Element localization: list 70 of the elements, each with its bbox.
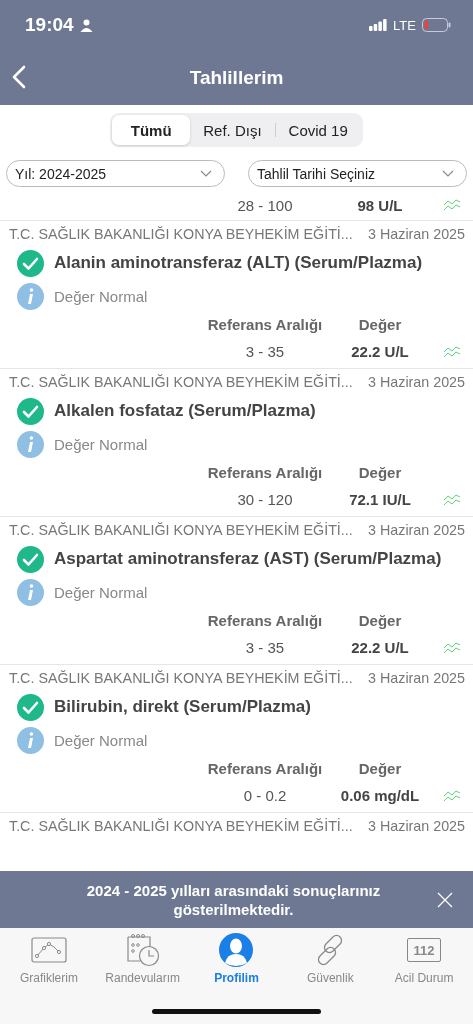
test-name: Aspartat aminotransferaz (AST) (Serum/Plazma) [54,549,442,569]
check-icon [17,693,44,721]
banner-message: 2024 - 2025 yılları arasındaki sonuçlarınız gösterilmektedir. [85,880,382,919]
signal-icon [369,19,388,31]
dropdown[interactable]: Tahlil Tarihi Seçiniz [248,160,467,187]
chevron-down-icon [442,170,454,177]
institution-name: T.C. SAĞLIK BAKANLIĞI KONYA BEYHEKİM EĞİTİ... [9,225,353,242]
dropdown[interactable]: Yıl: 2024-2025 [6,160,225,187]
result-date: 3 Haziran 2025 [368,225,465,242]
column-label: Referans Aralığı [206,611,324,629]
institution-name: T.C. SAĞLIK BAKANLIĞI KONYA BEYHEKİM EĞİTİ... [9,373,353,390]
result-date: 3 Haziran 2025 [368,521,465,538]
status-time: 19:04 [25,14,74,36]
network-label: LTE [393,17,416,33]
trend-icon[interactable] [442,493,461,506]
result-value: 22.2 U/L [350,639,410,656]
result-value: 0.06 mg/dL [339,787,421,804]
chevron-down-icon [200,170,212,177]
reference-range: 3 - 35 [244,639,286,656]
column-label: Referans Aralığı [206,463,324,481]
status-note: Değer Normal [54,435,148,453]
institution-name: T.C. SAĞLIK BAKANLIĞI KONYA BEYHEKİM EĞİTİ... [9,521,353,538]
profile-icon [219,933,254,967]
status-note: Değer Normal [54,287,148,305]
chart-icon [30,937,67,963]
result-value: 72.1 IU/L [348,491,412,508]
info-icon[interactable] [17,726,44,754]
reference-range: 0 - 0.2 [242,787,288,804]
column-label: Değer [357,611,403,629]
trend-icon[interactable] [442,199,461,211]
info-icon[interactable] [17,578,44,606]
institution-name: T.C. SAĞLIK BAKANLIĞI KONYA BEYHEKİM EĞİTİ... [9,817,353,834]
test-name: Alanin aminotransferaz (ALT) (Serum/Plazma) [54,253,423,273]
close-icon[interactable] [437,891,453,908]
result-value: 98 U/L [356,196,404,214]
segment-tab[interactable]: Ref. Dışı [190,115,275,145]
trend-icon[interactable] [442,641,461,654]
calendar-clock-icon [125,933,160,967]
battery-icon [422,18,451,32]
institution-name: T.C. SAĞLIK BAKANLIĞI KONYA BEYHEKİM EĞİTİ... [9,669,353,686]
check-icon [17,397,44,425]
column-label: Referans Aralığı [206,759,324,777]
result-date: 3 Haziran 2025 [368,373,465,390]
result-value: 22.2 U/L [350,343,410,360]
check-icon [17,545,44,573]
reference-range: 28 - 100 [236,196,294,214]
column-label: Değer [357,463,403,481]
page-title: Tahlillerim [189,66,284,89]
status-note: Değer Normal [54,731,148,749]
test-name: Bilirubin, direkt (Serum/Plazma) [54,697,311,717]
info-icon[interactable] [17,282,44,310]
segment-tab[interactable]: Tümü [112,115,191,145]
result-date: 3 Haziran 2025 [368,669,465,686]
column-label: Referans Aralığı [206,315,324,333]
test-name: Alkalen fosfataz (Serum/Plazma) [54,401,316,421]
person-icon [79,18,93,32]
segment-tab[interactable]: Covid 19 [275,115,361,145]
check-icon [17,249,44,277]
reference-range: 30 - 120 [236,491,294,508]
trend-icon[interactable] [442,789,461,802]
back-icon[interactable] [12,65,26,89]
info-icon[interactable] [17,430,44,458]
column-label: Değer [357,315,403,333]
reference-range: 3 - 35 [244,343,286,360]
emergency-badge: 112 [407,938,442,962]
tab-item[interactable]: Profilim [190,932,283,985]
result-date: 3 Haziran 2025 [368,817,465,834]
column-label: Değer [357,759,403,777]
status-note: Değer Normal [54,583,148,601]
trend-icon[interactable] [442,345,461,358]
